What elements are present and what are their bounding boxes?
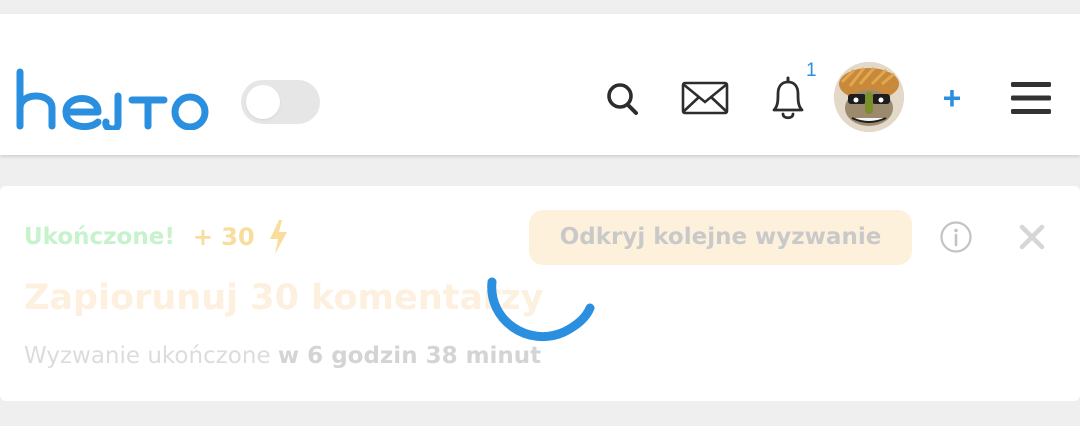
loading-spinner xyxy=(484,268,596,352)
theme-toggle[interactable] xyxy=(241,80,320,124)
subtitle-prefix: Wyzwanie ukończone xyxy=(24,343,271,369)
info-icon xyxy=(940,221,972,253)
avatar[interactable] xyxy=(834,62,904,132)
discover-next-challenge-button[interactable]: Odkryj kolejne wyzwanie xyxy=(529,210,912,265)
menu-button[interactable] xyxy=(1011,80,1051,116)
lightning-icon xyxy=(269,220,287,254)
challenge-title: Zapiorunuj 30 komentarzy xyxy=(24,278,544,318)
menu-icon xyxy=(1011,82,1051,114)
close-button[interactable] xyxy=(1019,224,1045,250)
add-post-button[interactable]: + xyxy=(937,80,967,116)
mail-icon xyxy=(681,81,729,115)
top-navbar: 1 + xyxy=(0,14,1080,155)
hejto-logo[interactable] xyxy=(14,66,214,134)
toggle-knob xyxy=(246,85,280,119)
avatar-image xyxy=(834,62,904,132)
logo-wordmark xyxy=(16,68,209,133)
challenge-status-row: Ukończone! + 30 xyxy=(24,219,289,255)
close-icon xyxy=(1019,224,1045,250)
search-button[interactable] xyxy=(603,76,643,120)
challenge-subtitle: Wyzwanie ukończone w 6 godzin 38 minut xyxy=(24,343,541,369)
search-icon xyxy=(607,83,638,115)
notifications-button[interactable] xyxy=(766,72,810,122)
info-button[interactable] xyxy=(940,221,972,253)
points-label: + 30 xyxy=(192,223,255,251)
messages-button[interactable] xyxy=(680,80,730,116)
bell-icon xyxy=(772,76,804,120)
notification-count-badge: 1 xyxy=(806,60,817,81)
completed-label: Ukończone! xyxy=(24,224,175,250)
spinner-arc-icon xyxy=(487,277,595,341)
